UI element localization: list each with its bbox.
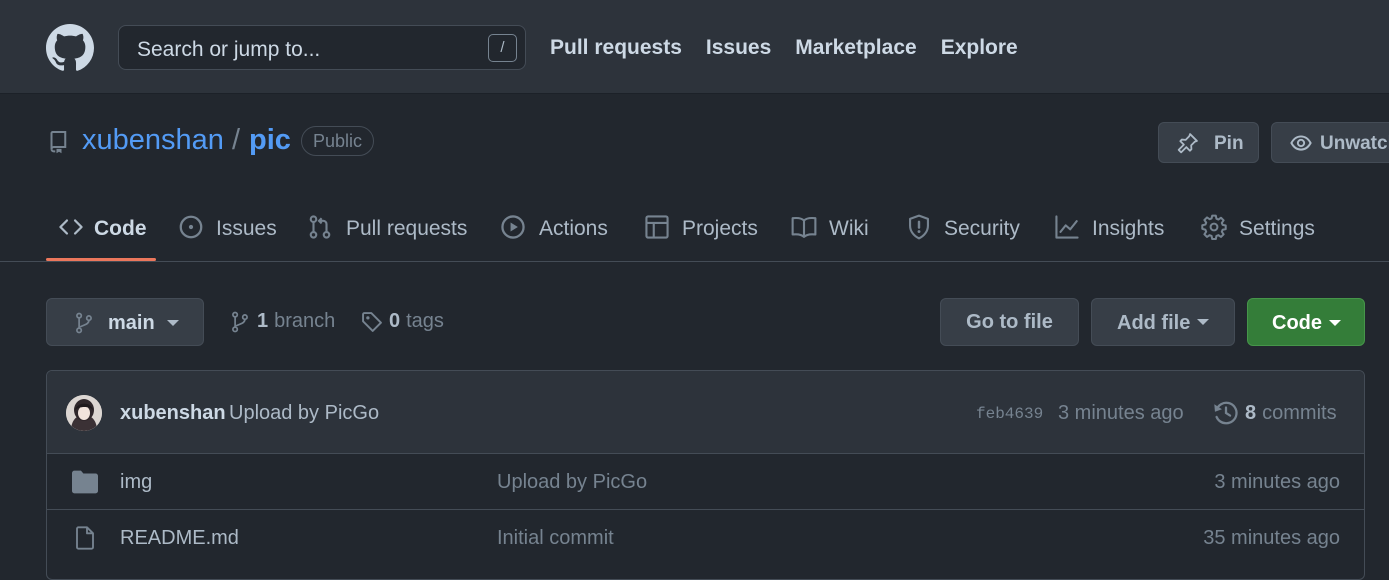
file-icon — [76, 526, 94, 550]
issue-icon — [179, 215, 203, 239]
nav-issues[interactable]: Issues — [706, 36, 771, 60]
tab-code-label: Code — [94, 217, 147, 240]
nav-pull-requests[interactable]: Pull requests — [550, 36, 682, 60]
pin-button[interactable]: Pin — [1158, 122, 1259, 163]
commit-word: commits — [1262, 401, 1337, 424]
tags-link[interactable]: 0 tags — [361, 310, 444, 333]
folder-icon — [72, 470, 98, 494]
search-input[interactable]: Search or jump to... / — [118, 25, 526, 70]
repo-name-link[interactable]: pic — [249, 124, 291, 157]
file-name-link[interactable]: img — [120, 471, 152, 494]
tab-insights-label: Insights — [1092, 217, 1165, 240]
nav-marketplace[interactable]: Marketplace — [795, 36, 916, 60]
file-commit-message-link[interactable]: Upload by PicGo — [497, 471, 647, 494]
tag-word: tags — [406, 310, 444, 332]
tab-issues-label: Issues — [216, 217, 277, 240]
repo-icon — [50, 131, 67, 154]
add-file-label: Add file — [1117, 312, 1191, 334]
table-icon — [645, 215, 669, 239]
tab-security-label: Security — [944, 217, 1020, 240]
global-nav: Pull requests Issues Marketplace Explore — [550, 36, 1018, 60]
tab-pull-requests-label: Pull requests — [346, 217, 468, 240]
file-name-link[interactable]: README.md — [120, 527, 239, 550]
tag-count: 0 — [389, 310, 401, 332]
file-commit-message-link[interactable]: Initial commit — [497, 527, 614, 550]
github-logo-icon[interactable] — [46, 24, 94, 72]
add-file-button[interactable]: Add file — [1091, 298, 1235, 346]
branch-count: 1 — [257, 310, 269, 332]
graph-icon — [1055, 215, 1079, 239]
eye-icon — [1290, 135, 1312, 151]
code-icon — [59, 219, 83, 235]
code-button-label: Code — [1272, 312, 1322, 334]
unwatch-label: Unwatch — [1320, 133, 1389, 154]
commit-time: 3 minutes ago — [1058, 402, 1184, 424]
branch-icon — [76, 312, 92, 334]
file-commit-time: 3 minutes ago — [1214, 471, 1340, 493]
file-list: xubenshan Upload by PicGo feb4639 3 minu… — [46, 370, 1365, 580]
branch-name: main — [108, 312, 155, 334]
book-icon — [791, 216, 817, 238]
repo-tab-bar: Code Issues Pull requests Actions Projec… — [0, 190, 1389, 262]
chevron-down-icon — [1329, 320, 1341, 326]
file-commit-time: 35 minutes ago — [1203, 527, 1340, 549]
search-shortcut-key: / — [488, 34, 517, 62]
pull-request-icon — [309, 215, 331, 239]
tab-settings-label: Settings — [1239, 217, 1315, 240]
tab-actions-label: Actions — [539, 217, 608, 240]
repo-owner-link[interactable]: xubenshan — [82, 124, 224, 157]
branch-icon — [232, 311, 248, 332]
code-button[interactable]: Code — [1247, 298, 1365, 346]
commit-count: 8 — [1245, 401, 1257, 424]
tab-projects-label: Projects — [682, 217, 758, 240]
branches-link[interactable]: 1 branch — [229, 310, 335, 333]
go-to-file-button[interactable]: Go to file — [940, 298, 1079, 346]
tag-icon — [362, 311, 382, 332]
shield-icon — [909, 214, 929, 240]
unwatch-button[interactable]: Unwatch — [1271, 122, 1389, 163]
search-placeholder: Search or jump to... — [137, 38, 321, 61]
latest-commit-bar: xubenshan Upload by PicGo feb4639 3 minu… — [47, 371, 1364, 454]
history-icon — [1214, 401, 1238, 425]
pin-icon — [1177, 133, 1198, 154]
commit-author-link[interactable]: xubenshan — [120, 402, 226, 425]
global-header: Search or jump to... / Pull requests Iss… — [0, 0, 1389, 94]
gear-icon — [1201, 214, 1227, 240]
repo-path-separator: / — [232, 124, 241, 156]
pin-label: Pin — [1214, 133, 1244, 154]
selected-tab-indicator — [46, 258, 156, 261]
visibility-badge: Public — [301, 126, 374, 156]
play-icon — [501, 215, 525, 239]
branch-select-button[interactable]: main — [46, 298, 204, 346]
commit-sha-link[interactable]: feb4639 — [976, 405, 1043, 423]
file-row: img Upload by PicGo 3 minutes ago — [47, 453, 1364, 509]
avatar-image — [66, 395, 102, 431]
nav-explore[interactable]: Explore — [941, 36, 1018, 60]
avatar[interactable] — [66, 395, 102, 431]
commits-history-link[interactable]: 8 commits — [1213, 400, 1337, 426]
branch-word: branch — [274, 310, 336, 332]
tab-wiki-label: Wiki — [829, 217, 869, 240]
file-row: README.md Initial commit 35 minutes ago — [47, 509, 1364, 565]
chevron-down-icon — [167, 320, 179, 326]
commit-message-link[interactable]: Upload by PicGo — [229, 402, 379, 425]
chevron-down-icon — [1197, 319, 1209, 325]
